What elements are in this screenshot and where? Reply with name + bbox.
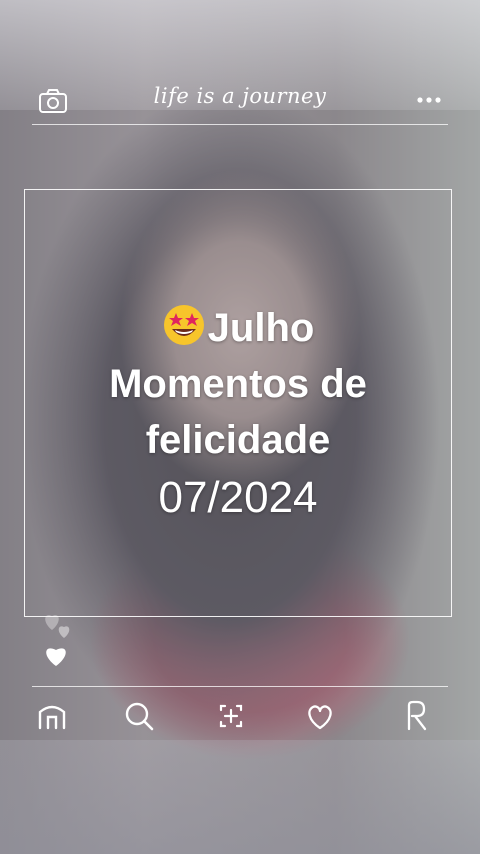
nav-divider: [32, 686, 448, 687]
caption-date: 07/2024: [158, 473, 318, 522]
caption-line-3: felicidade: [145, 418, 331, 462]
add-post-icon[interactable]: [213, 698, 249, 734]
caption-month: Julho: [207, 306, 315, 350]
home-icon[interactable]: [34, 698, 70, 734]
header-bar: life is a journey: [32, 84, 448, 120]
caption-line-2: Momentos de: [109, 362, 367, 406]
caption: Julho Momentos de felicidade 07/2024: [24, 300, 452, 528]
tagline: life is a journey: [153, 84, 327, 108]
star-struck-emoji-icon: [162, 303, 206, 347]
header-divider: [32, 124, 448, 125]
like-heart-icon: [46, 648, 66, 666]
bottom-fade: [0, 740, 480, 854]
more-dots-icon[interactable]: [416, 92, 442, 108]
floating-hearts: [36, 608, 80, 668]
bottom-nav: [32, 696, 448, 736]
caption-title-line: Julho: [24, 300, 452, 356]
heart-icon[interactable]: [302, 698, 338, 734]
profile-icon[interactable]: [398, 698, 434, 734]
search-icon[interactable]: [121, 698, 157, 734]
